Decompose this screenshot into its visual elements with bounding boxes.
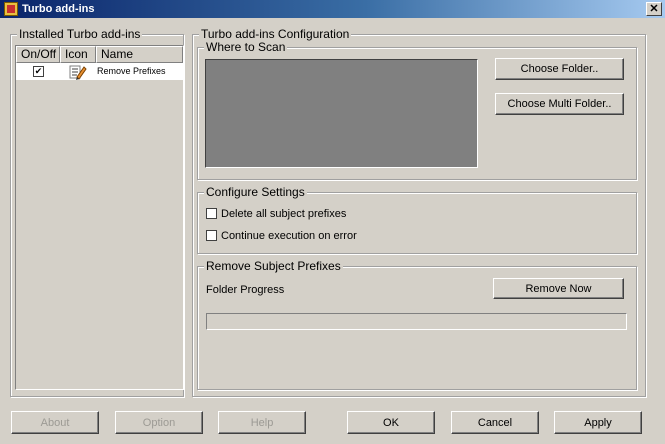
column-header-icon[interactable]: Icon — [60, 46, 96, 63]
about-button[interactable]: About — [11, 411, 99, 434]
remove-prefixes-group: Remove Subject Prefixes Folder Progress … — [197, 259, 637, 390]
scan-folder-area[interactable] — [205, 59, 478, 168]
column-header-onoff[interactable]: On/Off — [16, 46, 60, 63]
column-header-name[interactable]: Name — [96, 46, 183, 63]
choose-folder-button[interactable]: Choose Folder.. — [495, 58, 624, 80]
addin-enabled-checkbox[interactable]: ✔ — [33, 66, 44, 77]
list-header: On/Off Icon Name — [16, 46, 183, 63]
delete-prefixes-checkbox[interactable] — [206, 208, 217, 220]
continue-on-error-checkbox[interactable] — [206, 230, 217, 242]
configure-settings-title: Configure Settings — [204, 185, 307, 199]
option-button[interactable]: Option — [115, 411, 203, 434]
ok-button[interactable]: OK — [347, 411, 435, 434]
continue-on-error-option[interactable]: Continue execution on error — [206, 228, 357, 242]
close-icon: ✕ — [649, 3, 659, 15]
choose-multi-folder-button[interactable]: Choose Multi Folder.. — [495, 93, 624, 115]
help-button[interactable]: Help — [218, 411, 306, 434]
app-icon — [4, 2, 18, 16]
addins-list[interactable]: On/Off Icon Name ✔ Remove Prefixes — [15, 45, 184, 390]
window-title: Turbo add-ins — [22, 3, 95, 15]
apply-button[interactable]: Apply — [554, 411, 642, 434]
where-to-scan-group: Where to Scan Choose Folder.. Choose Mul… — [197, 40, 637, 180]
installed-addins-group: Installed Turbo add-ins On/Off Icon Name… — [10, 27, 184, 397]
remove-prefixes-title: Remove Subject Prefixes — [204, 259, 343, 273]
where-to-scan-title: Where to Scan — [204, 40, 288, 54]
close-button[interactable]: ✕ — [646, 2, 662, 16]
list-item[interactable]: ✔ Remove Prefixes — [16, 63, 183, 80]
configure-settings-group: Configure Settings Delete all subject pr… — [197, 185, 637, 254]
addin-name: Remove Prefixes — [97, 66, 166, 76]
delete-prefixes-option[interactable]: Delete all subject prefixes — [206, 206, 346, 220]
title-bar: Turbo add-ins ✕ — [0, 0, 665, 18]
remove-now-button[interactable]: Remove Now — [493, 278, 624, 299]
delete-prefixes-label: Delete all subject prefixes — [221, 207, 347, 220]
cancel-button[interactable]: Cancel — [451, 411, 539, 434]
configuration-title: Turbo add-ins Configuration — [199, 27, 352, 41]
pencil-document-icon — [69, 64, 87, 80]
continue-on-error-label: Continue execution on error — [221, 229, 357, 242]
folder-progress-label: Folder Progress — [206, 284, 285, 296]
installed-addins-title: Installed Turbo add-ins — [17, 27, 143, 41]
folder-progress-bar — [206, 313, 627, 330]
